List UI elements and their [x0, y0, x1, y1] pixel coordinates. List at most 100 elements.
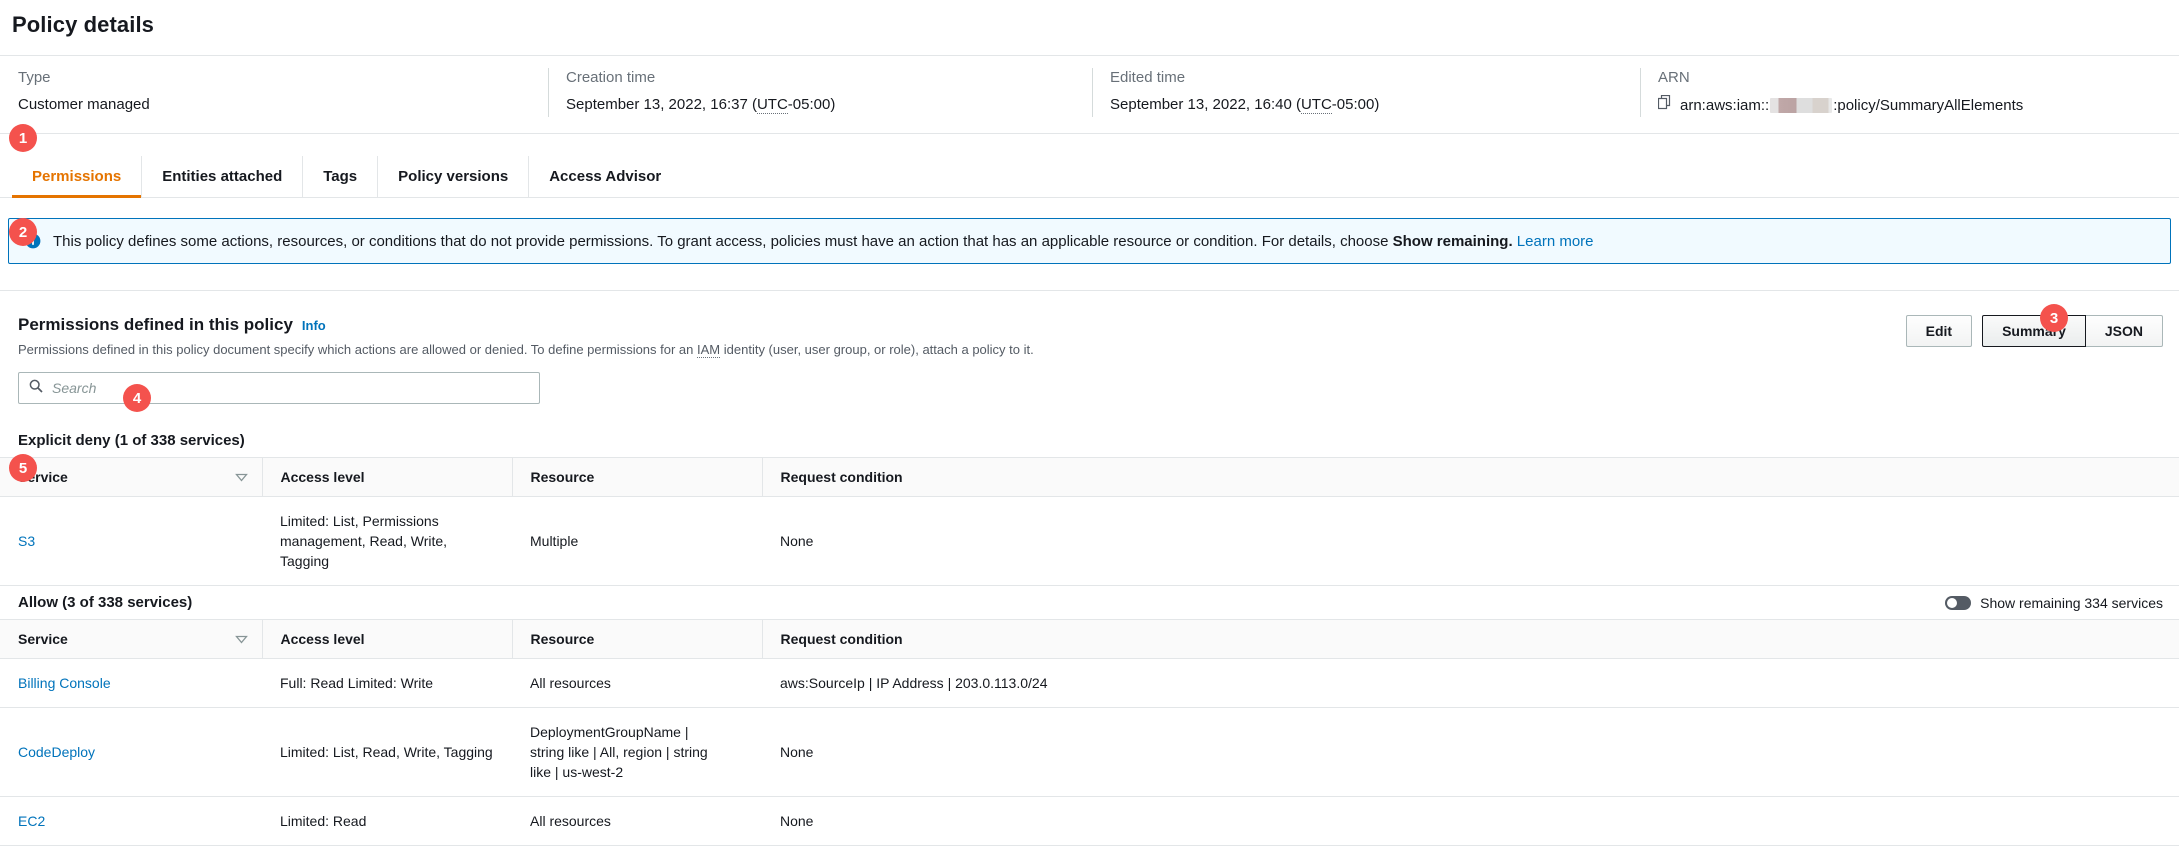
allow-cell-resource: All resources [512, 797, 762, 846]
section-heading-block: Permissions defined in this policy Info … [18, 315, 1034, 358]
allow-col-request-condition: Request condition [762, 620, 2179, 659]
detail-type: Type Customer managed [0, 68, 548, 115]
policy-tabs: Permissions Entities attached Tags Polic… [0, 156, 2179, 198]
info-alert-banner: This policy defines some actions, resour… [8, 218, 2171, 264]
iam-abbr: IAM [697, 342, 720, 358]
allow-col-service[interactable]: Service [0, 620, 262, 659]
annotation-badge-5: 5 [9, 454, 37, 482]
allow-cell-request-condition: None [762, 708, 2179, 797]
toggle-knob [1947, 598, 1957, 608]
service-link-billing-console[interactable]: Billing Console [18, 675, 111, 691]
detail-edited-time-value: September 13, 2022, 16:40 (UTC-05:00) [1110, 95, 1622, 115]
annotation-badge-4: 4 [123, 384, 151, 412]
deny-col-service[interactable]: Service [0, 458, 262, 497]
allow-cell-request-condition: None [762, 797, 2179, 846]
tab-permissions[interactable]: Permissions [12, 156, 141, 197]
allow-cell-service: CodeDeploy [0, 708, 262, 797]
table-row: Billing Console Full: Read Limited: Writ… [0, 659, 2179, 708]
detail-arn: ARN arn:aws:iam:::policy/SummaryAllEleme… [1640, 68, 2179, 115]
arn-line: arn:aws:iam:::policy/SummaryAllElements [1658, 95, 2161, 115]
view-toggle-group: Summary JSON [1982, 315, 2163, 347]
tab-policy-versions[interactable]: Policy versions [377, 156, 528, 197]
allow-cell-access-level: Limited: List, Read, Write, Tagging [262, 708, 512, 797]
allow-col-access-level: Access level [262, 620, 512, 659]
utc-abbr: UTC [1301, 96, 1332, 114]
service-link-ec2[interactable]: EC2 [18, 813, 45, 829]
info-link[interactable]: Info [302, 318, 326, 333]
deny-table-head: Service Access level Resource Request co… [0, 458, 2179, 497]
deny-cell-resource: Multiple [512, 497, 762, 586]
page-title: Policy details [0, 0, 2179, 38]
service-link-codedeploy[interactable]: CodeDeploy [18, 744, 95, 760]
detail-type-label: Type [18, 68, 530, 87]
tab-entities-attached[interactable]: Entities attached [141, 156, 302, 197]
show-remaining-label: Show remaining 334 services [1980, 595, 2163, 611]
permissions-section-header: Permissions defined in this policy Info … [0, 290, 2179, 358]
allow-cell-access-level: Full: Read Limited: Write [262, 659, 512, 708]
annotation-badge-2: 2 [9, 218, 37, 246]
table-row: S3 Limited: List, Permissions management… [0, 497, 2179, 586]
allow-table-head: Service Access level Resource Request co… [0, 620, 2179, 659]
summary-button[interactable]: Summary [1982, 315, 2086, 347]
show-remaining-toggle[interactable] [1945, 596, 1971, 610]
deny-col-request-condition: Request condition [762, 458, 2179, 497]
deny-col-resource: Resource [512, 458, 762, 497]
sort-descending-icon[interactable] [235, 469, 248, 485]
tab-access-advisor[interactable]: Access Advisor [528, 156, 681, 197]
alert-text-part1: This policy defines some actions, resour… [53, 233, 1393, 250]
allow-cell-resource: All resources [512, 659, 762, 708]
deny-cell-access-level: Limited: List, Permissions management, R… [262, 497, 512, 586]
allow-cell-request-condition: aws:SourceIp | IP Address | 203.0.113.0/… [762, 659, 2179, 708]
annotation-badge-1: 1 [9, 124, 37, 152]
alert-bold-text: Show remaining. [1393, 233, 1513, 250]
explicit-deny-title: Explicit deny (1 of 338 services) [18, 432, 245, 449]
allow-col-resource: Resource [512, 620, 762, 659]
arn-suffix: :policy/SummaryAllElements [1833, 97, 2023, 114]
table-row: EC2 Limited: Read All resources None [0, 797, 2179, 846]
allow-cell-resource: DeploymentGroupName | string like | All,… [512, 708, 762, 797]
policy-details-page: Policy details Type Customer managed Cre… [0, 0, 2179, 846]
detail-edited-time-label: Edited time [1110, 68, 1622, 87]
deny-header-row: Service Access level Resource Request co… [0, 458, 2179, 497]
allow-header: Allow (3 of 338 services) Show remaining… [0, 586, 2179, 620]
view-mode-buttons: Edit Summary JSON [1906, 315, 2163, 347]
detail-creation-time-label: Creation time [566, 68, 1074, 87]
section-title-row: Permissions defined in this policy Info [18, 315, 1034, 335]
detail-creation-time-value: September 13, 2022, 16:37 (UTC-05:00) [566, 95, 1074, 115]
policy-detail-summary: Type Customer managed Creation time Sept… [0, 56, 2179, 134]
explicit-deny-table: Service Access level Resource Request co… [0, 458, 2179, 586]
section-description: Permissions defined in this policy docum… [18, 341, 1034, 358]
sort-descending-icon[interactable] [235, 631, 248, 647]
edit-button[interactable]: Edit [1906, 315, 1972, 347]
tab-tags[interactable]: Tags [302, 156, 377, 197]
alert-text: This policy defines some actions, resour… [53, 232, 1594, 251]
detail-arn-label: ARN [1658, 68, 2161, 87]
section-title: Permissions defined in this policy [18, 315, 293, 335]
copy-icon[interactable] [1658, 95, 1672, 115]
json-button[interactable]: JSON [2085, 315, 2163, 347]
search-area [0, 358, 2179, 404]
deny-table-body: S3 Limited: List, Permissions management… [0, 497, 2179, 586]
detail-type-value: Customer managed [18, 95, 530, 115]
allow-table-body: Billing Console Full: Read Limited: Writ… [0, 659, 2179, 846]
detail-creation-time: Creation time September 13, 2022, 16:37 … [548, 68, 1092, 115]
section-description-part1: Permissions defined in this policy docum… [18, 342, 697, 357]
deny-col-access-level: Access level [262, 458, 512, 497]
allow-col-service-label: Service [18, 631, 68, 647]
search-box[interactable] [18, 372, 540, 404]
learn-more-link[interactable]: Learn more [1517, 233, 1594, 250]
allow-cell-service: Billing Console [0, 659, 262, 708]
utc-abbr: UTC [757, 96, 788, 114]
redacted-account-id [1770, 98, 1832, 113]
table-row: CodeDeploy Limited: List, Read, Write, T… [0, 708, 2179, 797]
allow-table: Service Access level Resource Request co… [0, 620, 2179, 846]
show-remaining-toggle-row[interactable]: Show remaining 334 services [1945, 595, 2163, 611]
search-icon [29, 379, 43, 398]
deny-access-level-text: Limited: List, Permissions management, R… [280, 511, 470, 571]
allow-cell-service: EC2 [0, 797, 262, 846]
arn-text: arn:aws:iam:::policy/SummaryAllElements [1680, 97, 2023, 114]
section-description-part2: identity (user, user group, or role), at… [720, 342, 1034, 357]
deny-cell-service: S3 [0, 497, 262, 586]
arn-prefix: arn:aws:iam:: [1680, 97, 1769, 114]
service-link-s3[interactable]: S3 [18, 533, 35, 549]
